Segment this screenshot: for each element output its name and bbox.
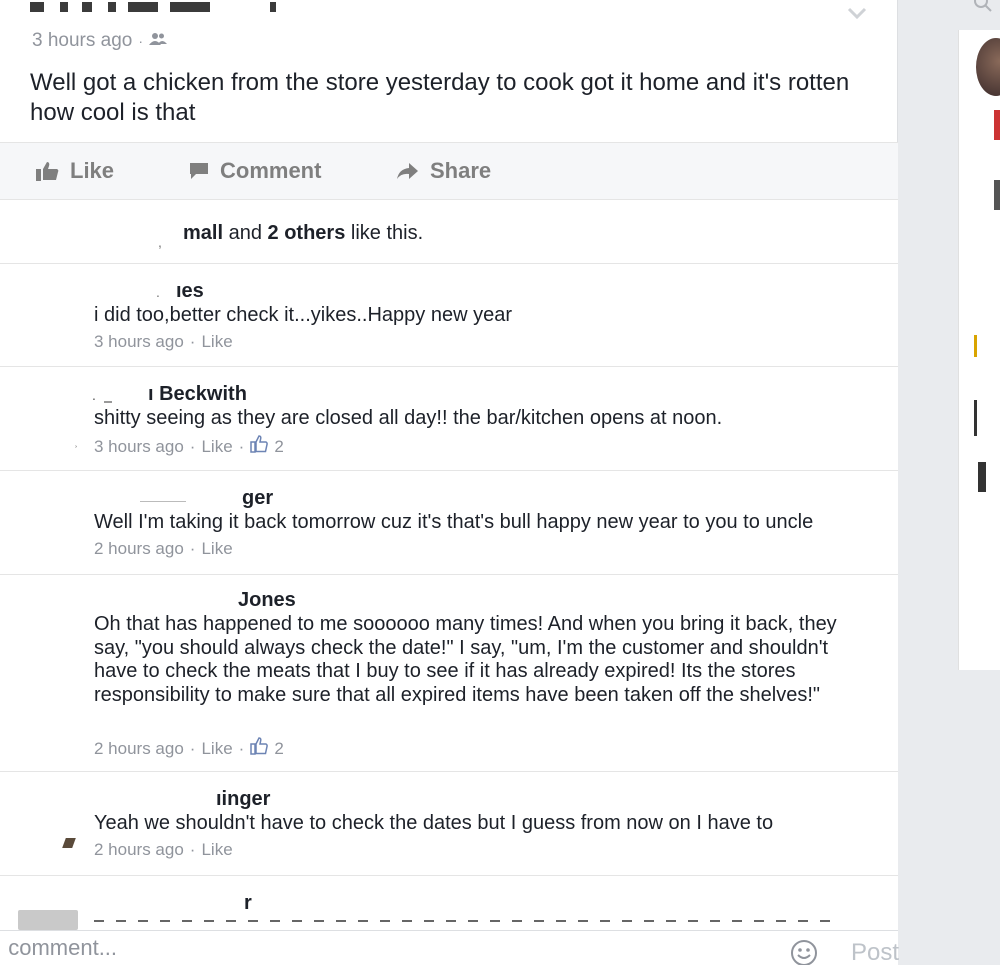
avatar[interactable] xyxy=(18,910,78,930)
comment-like-link[interactable]: Like xyxy=(201,332,232,352)
comment-text: Yeah we shouldn't have to check the date… xyxy=(94,812,774,834)
meta-separator: · xyxy=(138,33,144,49)
post-button[interactable]: Post xyxy=(851,939,899,965)
comment-timestamp[interactable]: 3 hours ago xyxy=(94,437,184,457)
likers-others-link[interactable]: 2 others xyxy=(268,222,346,244)
comment-author[interactable]: ger xyxy=(242,487,273,510)
comment-author[interactable]: r xyxy=(244,892,252,915)
emoji-icon[interactable] xyxy=(790,939,818,965)
comment-bubble-icon xyxy=(188,161,210,181)
likes-summary: , mall and 2 others like this. xyxy=(0,200,898,264)
thumbs-up-outline-icon xyxy=(250,737,269,760)
post-card: 3 hours ago · Well got a chicken from th… xyxy=(0,0,899,965)
chevron-down-icon[interactable] xyxy=(847,6,867,26)
search-icon[interactable] xyxy=(972,0,994,19)
post-author-name[interactable] xyxy=(30,0,290,12)
share-button[interactable]: Share xyxy=(396,158,491,184)
comment-meta: 3 hours ago · Like xyxy=(94,332,233,352)
thumbs-up-outline-icon xyxy=(250,435,269,458)
comment-like-link[interactable]: Like xyxy=(201,739,232,759)
comment-item: ıinger Yeah we shouldn't have to check t… xyxy=(0,772,898,876)
share-label: Share xyxy=(430,158,492,183)
comment-text xyxy=(94,920,834,922)
comment-item: r xyxy=(0,876,898,930)
action-bar: Like Comment Share xyxy=(0,142,898,200)
comment-like-link[interactable]: Like xyxy=(201,539,232,559)
like-thumb-icon xyxy=(36,161,60,181)
post-timestamp[interactable]: 3 hours ago xyxy=(32,30,132,52)
comment-author[interactable]: ı Beckwith xyxy=(148,383,247,406)
comment-author[interactable]: Jones xyxy=(238,589,296,612)
sidebar-mark xyxy=(978,462,986,492)
comment-item: ger Well I'm taking it back tomorrow cuz… xyxy=(0,471,898,575)
comment-text: Well I'm taking it back tomorrow cuz it'… xyxy=(94,511,814,533)
comment-like-link[interactable]: Like xyxy=(201,840,232,860)
share-arrow-icon xyxy=(396,161,420,181)
audience-friends-icon[interactable] xyxy=(149,30,168,52)
comment-meta: 2 hours ago · Like xyxy=(94,539,233,559)
comment-timestamp[interactable]: 2 hours ago xyxy=(94,539,184,559)
comment-item: . ı Beckwith shitty seeing as they are c… xyxy=(0,367,898,471)
likes-avatar-fragment: , xyxy=(158,234,162,250)
sidebar-mark xyxy=(974,335,977,357)
comment-meta: 2 hours ago · Like · 2 xyxy=(94,737,284,760)
like-button[interactable]: Like xyxy=(36,158,114,184)
comment-item: Jones Oh that has happened to me soooooo… xyxy=(0,575,898,772)
comment-meta: 2 hours ago · Like xyxy=(94,840,233,860)
sidebar-thumb xyxy=(994,110,1000,140)
comment-button[interactable]: Comment xyxy=(188,158,321,184)
comment-author[interactable]: ıinger xyxy=(216,788,270,811)
liker-name[interactable]: mall xyxy=(183,222,223,244)
likes-text[interactable]: mall and 2 others like this. xyxy=(183,222,423,245)
comment-text: i did too,better check it...yikes..Happy… xyxy=(94,304,512,326)
comment-meta: 3 hours ago · Like · 2 xyxy=(94,435,284,458)
comment-like-count[interactable]: 2 xyxy=(274,437,283,457)
comment-timestamp[interactable]: 2 hours ago xyxy=(94,840,184,860)
comment-like-link[interactable]: Like xyxy=(201,437,232,457)
post-meta: 3 hours ago · xyxy=(32,30,168,52)
comment-text: shitty seeing as they are closed all day… xyxy=(94,407,723,429)
comment-input[interactable]: ı comment... xyxy=(0,935,117,961)
comment-author[interactable]: ıes xyxy=(176,280,204,303)
comment-timestamp[interactable]: 2 hours ago xyxy=(94,739,184,759)
sidebar-thumb xyxy=(994,180,1000,210)
like-label: Like xyxy=(70,158,115,183)
sidebar-mark xyxy=(974,400,977,436)
post-text: Well got a chicken from the store yester… xyxy=(30,69,850,126)
comment-text: Oh that has happened to me soooooo many … xyxy=(94,613,837,706)
comment-timestamp[interactable]: 3 hours ago xyxy=(94,332,184,352)
comment-label: Comment xyxy=(220,158,322,183)
comment-composer: ı comment... Post xyxy=(0,930,899,965)
comment-item: . ıes i did too,better check it...yikes.… xyxy=(0,264,898,367)
comment-like-count[interactable]: 2 xyxy=(274,739,283,759)
